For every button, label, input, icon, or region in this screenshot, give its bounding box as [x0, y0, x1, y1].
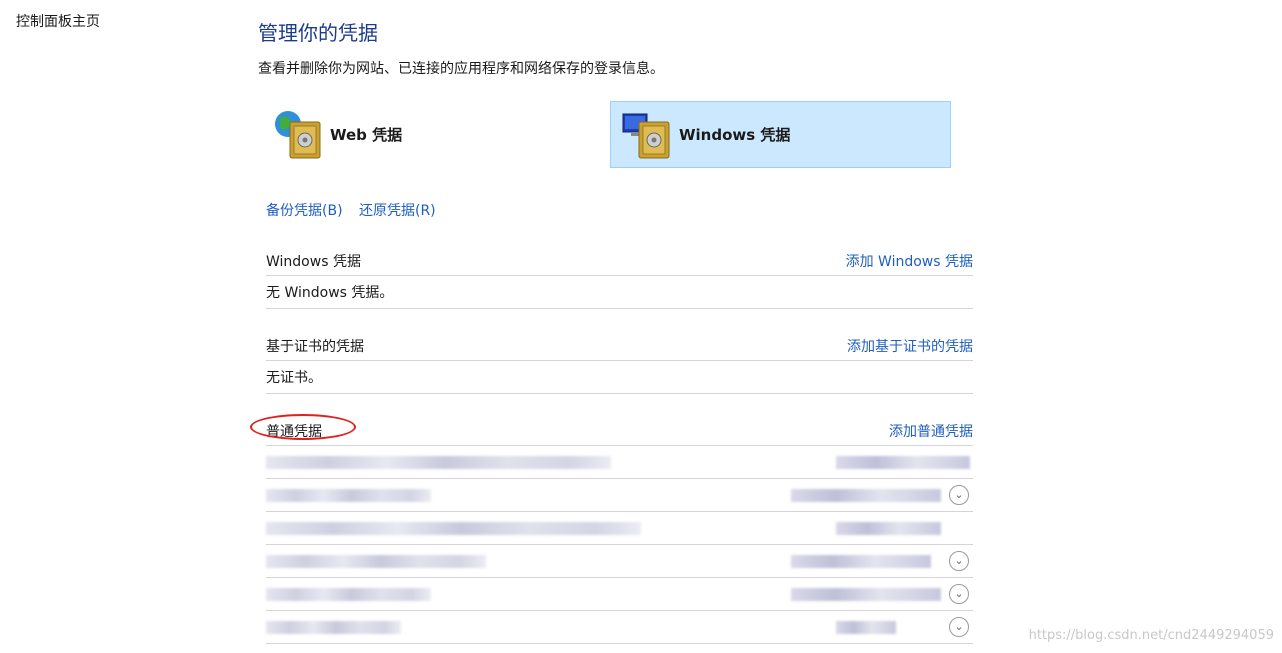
redacted-credential-name [266, 588, 431, 601]
backup-restore-links: 备份凭据(B) 还原凭据(R) [266, 200, 448, 220]
windows-credentials-vault-icon [621, 108, 675, 162]
backup-credentials-link[interactable]: 备份凭据(B) [266, 203, 343, 219]
control-panel-home-link[interactable]: 控制面板主页 [16, 11, 100, 31]
windows-credentials-section: Windows 凭据 添加 Windows 凭据 无 Windows 凭据。 [266, 249, 973, 309]
empty-message: 无 Windows 凭据。 [266, 276, 973, 309]
credential-row[interactable]: ⌄ [266, 578, 973, 611]
section-header: 基于证书的凭据 添加基于证书的凭据 [266, 334, 973, 361]
redacted-credential-name [266, 621, 401, 634]
redacted-credential-date [791, 588, 941, 601]
web-credentials-label: Web 凭据 [330, 126, 403, 144]
credential-row[interactable]: ⌄ [266, 611, 973, 644]
add-certificate-credential-link[interactable]: 添加基于证书的凭据 [847, 336, 973, 356]
page-description: 查看并删除你为网站、已连接的应用程序和网络保存的登录信息。 [258, 61, 664, 77]
generic-credentials-section: 普通凭据 添加普通凭据 [266, 419, 973, 446]
add-windows-credential-link[interactable]: 添加 Windows 凭据 [846, 251, 973, 271]
page-title: 管理你的凭据 [258, 21, 378, 45]
section-header: 普通凭据 添加普通凭据 [266, 419, 973, 446]
credential-row[interactable]: ⌄ [266, 479, 973, 512]
web-credentials-vault-icon [272, 108, 326, 162]
chevron-down-icon[interactable]: ⌄ [949, 485, 969, 505]
certificate-credentials-section: 基于证书的凭据 添加基于证书的凭据 无证书。 [266, 334, 973, 394]
redacted-credential-name [266, 555, 486, 568]
chevron-down-icon[interactable]: ⌄ [949, 551, 969, 571]
section-title: 基于证书的凭据 [266, 339, 364, 355]
section-title: 普通凭据 [266, 424, 322, 440]
redacted-credential-date [791, 489, 941, 502]
redacted-credential-name [266, 522, 641, 535]
chevron-down-icon[interactable]: ⌄ [949, 617, 969, 637]
redacted-credential-date [791, 555, 931, 568]
empty-message: 无证书。 [266, 361, 973, 394]
redacted-credential-name [266, 456, 611, 469]
redacted-credential-date [836, 522, 941, 535]
watermark: https://blog.csdn.net/cnd2449294059 [1028, 628, 1274, 643]
web-credentials-tile[interactable]: Web 凭据 [268, 101, 609, 168]
section-title: Windows 凭据 [266, 254, 361, 270]
windows-credentials-tile[interactable]: Windows 凭据 [610, 101, 951, 168]
add-generic-credential-link[interactable]: 添加普通凭据 [889, 421, 973, 441]
credential-row[interactable]: ⌄ [266, 545, 973, 578]
chevron-down-icon[interactable]: ⌄ [949, 584, 969, 604]
redacted-credential-date [836, 621, 896, 634]
windows-credentials-label: Windows 凭据 [679, 126, 791, 144]
redacted-credential-name [266, 489, 431, 502]
restore-credentials-link[interactable]: 还原凭据(R) [359, 203, 436, 219]
credential-row[interactable] [266, 446, 973, 479]
redacted-credential-date [836, 456, 970, 469]
credential-row[interactable] [266, 512, 973, 545]
section-header: Windows 凭据 添加 Windows 凭据 [266, 249, 973, 276]
